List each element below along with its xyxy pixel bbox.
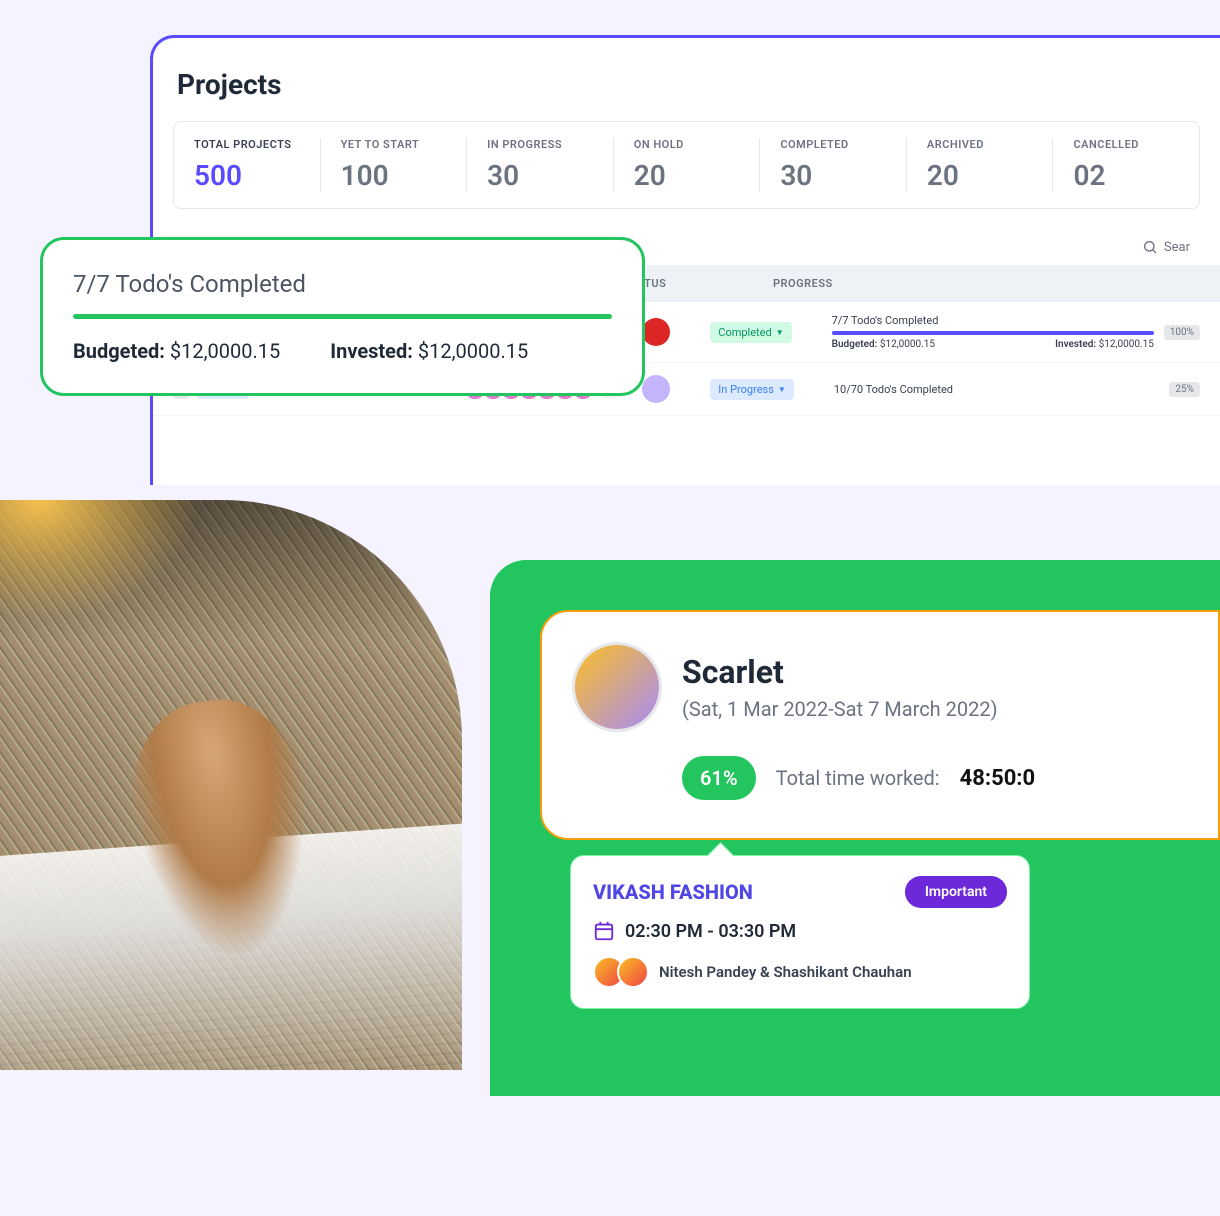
percent-badge: 100% <box>1164 325 1200 340</box>
progress-cell: 7/7 Todo's Completed Budgeted: $12,0000.… <box>792 314 1200 350</box>
progress-cell: 10/70 Todo's Completed 25% <box>794 382 1200 397</box>
event-title: VIKASH FASHION <box>593 880 753 904</box>
percent-badge: 25% <box>1169 382 1200 397</box>
invested-label: Invested: <box>330 339 413 363</box>
stat-value: 30 <box>780 159 886 192</box>
time-label: Total time worked: <box>776 766 940 790</box>
avatar <box>617 956 649 988</box>
event-card[interactable]: VIKASH FASHION Important 02:30 PM - 03:3… <box>570 855 1030 1009</box>
people-avatars <box>593 956 649 988</box>
status-text: Completed <box>718 326 771 339</box>
stat-label: IN PROGRESS <box>487 138 593 151</box>
search-placeholder: Sear <box>1164 240 1190 255</box>
status-pill[interactable]: In Progress ▼ <box>710 379 794 400</box>
stat-label: ON HOLD <box>634 138 740 151</box>
client-logo <box>642 375 670 403</box>
page-title: Projects <box>153 68 1220 101</box>
progress-text: 7/7 Todo's Completed <box>832 314 1154 327</box>
user-date-range: (Sat, 1 Mar 2022-Sat 7 March 2022) <box>682 697 998 721</box>
user-avatar[interactable] <box>572 642 662 732</box>
callout-progress-bar <box>73 314 612 319</box>
invested-value: $12,0000.15 <box>1099 339 1154 350</box>
stat-value: 100 <box>341 159 447 192</box>
budgeted-value: $12,0000.15 <box>170 339 280 363</box>
stat-value: 500 <box>194 159 300 192</box>
hero-photo <box>0 500 462 1070</box>
client-logo <box>642 318 670 346</box>
percent-pill: 61% <box>682 756 756 800</box>
todo-callout: 7/7 Todo's Completed Budgeted: $12,0000.… <box>40 237 645 396</box>
status-text: In Progress <box>718 383 774 396</box>
progress-text: 10/70 Todo's Completed <box>834 383 1160 396</box>
stat-label: CANCELLED <box>1073 138 1179 151</box>
budgeted-value: $12,0000.15 <box>880 339 935 350</box>
user-name: Scarlet <box>682 653 998 691</box>
stat-completed[interactable]: COMPLETED 30 <box>760 138 907 192</box>
status-pill[interactable]: Completed ▼ <box>710 322 791 343</box>
stat-value: 30 <box>487 159 593 192</box>
stats-row: TOTAL PROJECTS 500 YET TO START 100 IN P… <box>173 121 1200 209</box>
people-names: Nitesh Pandey & Shashikant Chauhan <box>659 963 912 981</box>
stat-value: 02 <box>1073 159 1179 192</box>
calendar-icon <box>593 920 615 942</box>
invested-value: $12,0000.15 <box>418 339 528 363</box>
stat-label: YET TO START <box>341 138 447 151</box>
user-card: Scarlet (Sat, 1 Mar 2022-Sat 7 March 202… <box>540 610 1220 840</box>
timesheet-panel: Scarlet (Sat, 1 Mar 2022-Sat 7 March 202… <box>490 560 1220 1096</box>
stat-label: TOTAL PROJECTS <box>194 138 300 151</box>
callout-title: 7/7 Todo's Completed <box>73 270 612 298</box>
stat-label: COMPLETED <box>780 138 886 151</box>
stat-in-progress[interactable]: IN PROGRESS 30 <box>467 138 614 192</box>
chevron-down-icon: ▼ <box>778 385 786 394</box>
col-progress: PROGRESS <box>743 277 1200 290</box>
search-icon <box>1142 239 1158 255</box>
stat-on-hold[interactable]: ON HOLD 20 <box>614 138 761 192</box>
stat-yet-to-start[interactable]: YET TO START 100 <box>321 138 468 192</box>
stat-value: 20 <box>634 159 740 192</box>
stat-label: ARCHIVED <box>927 138 1033 151</box>
stat-total[interactable]: TOTAL PROJECTS 500 <box>174 138 321 192</box>
stat-value: 20 <box>927 159 1033 192</box>
budgeted-label: Budgeted: <box>73 339 165 363</box>
event-time-text: 02:30 PM - 03:30 PM <box>625 921 796 942</box>
stat-cancelled[interactable]: CANCELLED 02 <box>1053 138 1199 192</box>
progress-bar <box>832 331 1154 335</box>
time-value: 48:50:0 <box>960 766 1036 791</box>
event-badge: Important <box>905 876 1007 908</box>
chevron-down-icon: ▼ <box>776 328 784 337</box>
stat-archived[interactable]: ARCHIVED 20 <box>907 138 1054 192</box>
